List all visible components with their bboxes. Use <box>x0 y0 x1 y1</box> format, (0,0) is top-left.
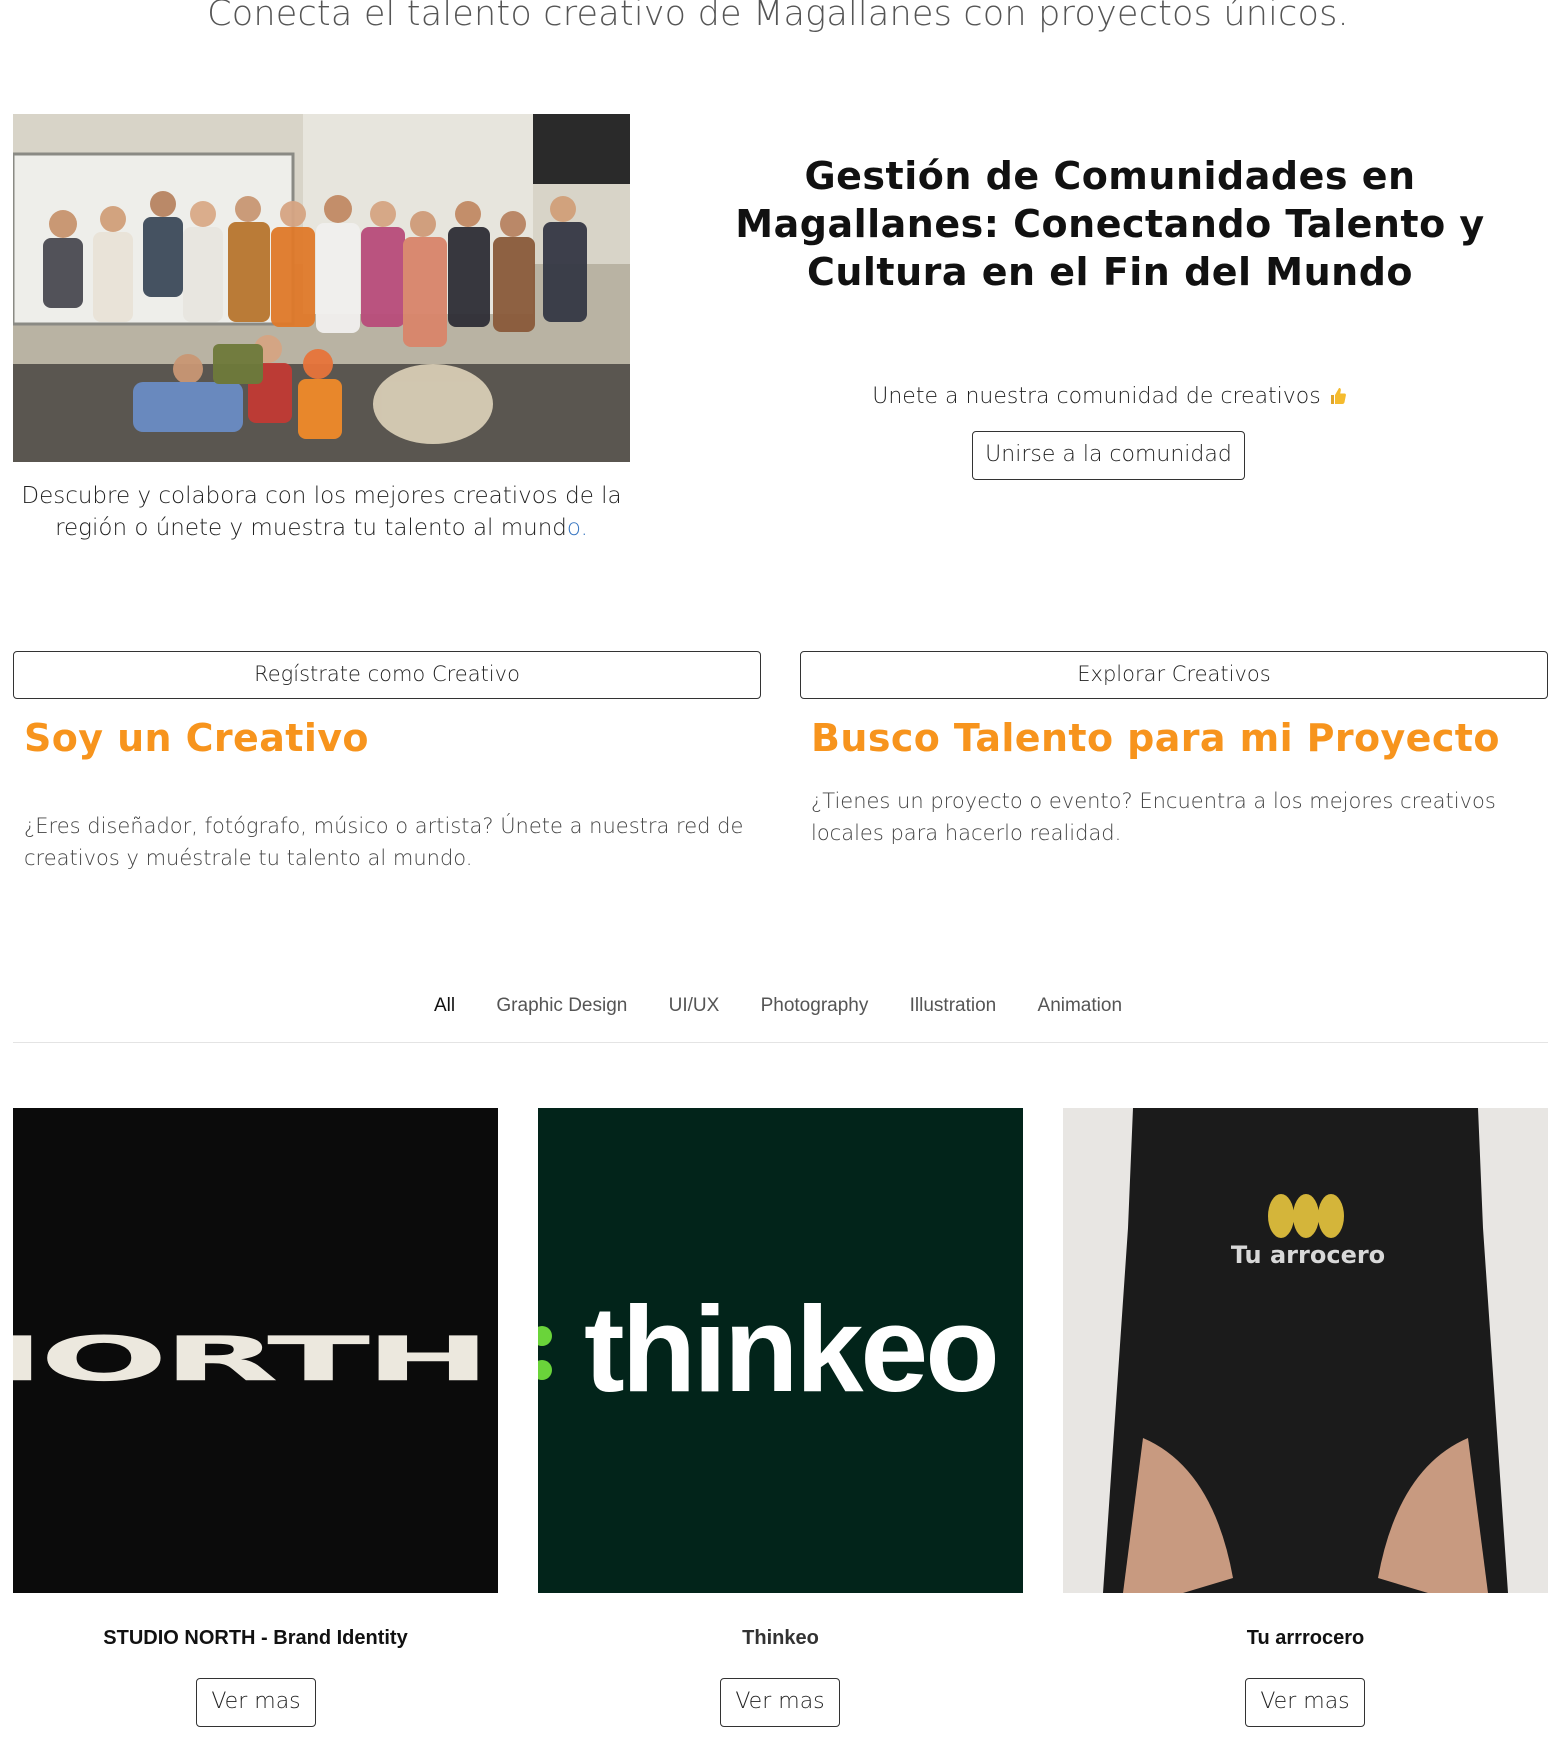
group-photo-illustration <box>13 114 630 462</box>
view-more-button-studio-north[interactable]: Ver mas <box>196 1678 316 1727</box>
project-image-thinkeo[interactable]: thinkeo <box>538 1108 1023 1593</box>
filter-graphic-design[interactable]: Graphic Design <box>496 995 627 1017</box>
page-tagline: Conecta el talento creativo de Magallane… <box>207 0 1349 34</box>
filter-all[interactable]: All <box>434 995 455 1017</box>
thumbs-up-icon <box>1330 388 1346 404</box>
project-title-tu-arrocero: Tu arrrocero <box>1246 1627 1365 1649</box>
join-community-text: Unete a nuestra comunidad de creativos <box>670 384 1550 409</box>
hero-caption: Descubre y colabora con los mejores crea… <box>13 480 630 544</box>
project-image-studio-north[interactable]: NORTH <box>13 1108 498 1593</box>
thinkeo-logo-artwork: thinkeo <box>538 1108 1023 1593</box>
community-group-photo <box>13 114 630 462</box>
hero-caption-tail: o. <box>566 515 588 541</box>
filter-illustration[interactable]: Illustration <box>910 995 997 1017</box>
join-text-label: Unete a nuestra comunidad de creativos <box>872 384 1321 409</box>
category-filter-bar: All Graphic Design UI/UX Photography Ill… <box>0 995 1556 1017</box>
north-logo-text: NORTH <box>13 1324 486 1395</box>
filter-divider <box>13 1042 1548 1043</box>
register-creative-button[interactable]: Regístrate como Creativo <box>13 651 761 699</box>
view-more-button-tu-arrocero[interactable]: Ver mas <box>1245 1678 1365 1727</box>
filter-animation[interactable]: Animation <box>1038 995 1123 1017</box>
apron-mockup-artwork: Tu arrocero <box>1063 1108 1548 1593</box>
explore-creatives-button[interactable]: Explorar Creativos <box>800 651 1548 699</box>
project-title-thinkeo: Thinkeo <box>742 1627 819 1649</box>
filter-photography[interactable]: Photography <box>761 995 869 1017</box>
project-title-studio-north: STUDIO NORTH - Brand Identity <box>103 1627 408 1649</box>
project-image-tu-arrocero[interactable]: Tu arrocero <box>1063 1108 1548 1593</box>
talent-description: ¿Tienes un proyecto o evento? Encuentra … <box>811 789 1496 845</box>
talent-heading: Busco Talento para mi Proyecto <box>811 716 1500 760</box>
hero-caption-main: Descubre y colabora con los mejores crea… <box>21 483 622 541</box>
thinkeo-logo-text: thinkeo <box>584 1281 997 1417</box>
filter-ui-ux[interactable]: UI/UX <box>669 995 720 1017</box>
creative-description: ¿Eres diseñador, fotógrafo, músico o art… <box>24 814 744 870</box>
join-community-button[interactable]: Unirse a la comunidad <box>972 431 1245 480</box>
apron-logo-text: Tu arrocero <box>1231 1241 1385 1269</box>
view-more-button-thinkeo[interactable]: Ver mas <box>720 1678 840 1727</box>
north-logo-artwork: NORTH <box>13 1108 498 1593</box>
hero-title: Gestión de Comunidades en Magallanes: Co… <box>735 154 1485 294</box>
creative-heading: Soy un Creativo <box>24 716 369 760</box>
